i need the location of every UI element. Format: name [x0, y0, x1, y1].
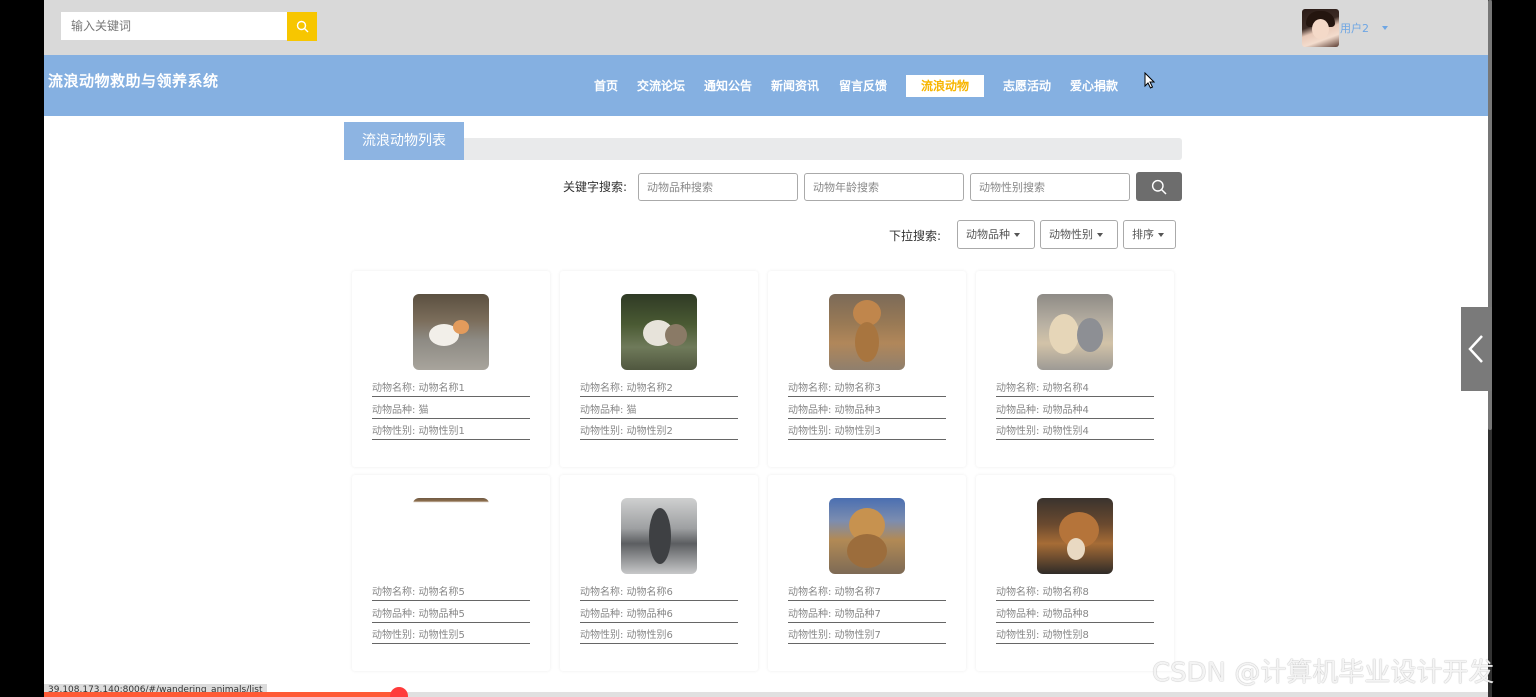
caret-down-icon: [1158, 233, 1164, 237]
species-search-input[interactable]: [638, 173, 798, 201]
animal-gender: 动物性别: 动物性别8: [996, 628, 1154, 644]
animal-name: 动物名称: 动物名称6: [580, 585, 738, 601]
animal-name: 动物名称: 动物名称2: [580, 381, 738, 397]
global-search-button[interactable]: [287, 12, 317, 41]
browser-viewport: 用户2 流浪动物救助与领养系统 首页 交流论坛 通知公告 新闻资讯 留言反馈 流…: [44, 0, 1488, 697]
watermark: CSDN @计算机毕业设计开发: [1152, 658, 1495, 688]
gender-dropdown-label: 动物性别: [1049, 228, 1093, 241]
gender-search-input[interactable]: [970, 173, 1130, 201]
animal-name: 动物名称: 动物名称5: [372, 585, 530, 601]
animal-species: 动物品种: 动物品种3: [788, 403, 946, 419]
sort-dropdown-label: 排序: [1132, 228, 1154, 241]
nav-item-feedback[interactable]: 留言反馈: [839, 75, 887, 97]
animal-name: 动物名称: 动物名称4: [996, 381, 1154, 397]
age-search-input[interactable]: [804, 173, 964, 201]
species-dropdown-label: 动物品种: [966, 228, 1010, 241]
nav-item-volunteer[interactable]: 志愿活动: [1003, 75, 1051, 97]
gender-dropdown[interactable]: 动物性别: [1040, 220, 1118, 249]
nav-item-notices[interactable]: 通知公告: [704, 75, 752, 97]
animal-card[interactable]: 动物名称: 动物名称5 动物品种: 动物品种5 动物性别: 动物性别5: [352, 475, 550, 671]
animal-gender: 动物性别: 动物性别6: [580, 628, 738, 644]
animal-card[interactable]: 动物名称: 动物名称3 动物品种: 动物品种3 动物性别: 动物性别3: [768, 271, 966, 467]
search-icon: [1151, 179, 1167, 195]
section-title: 流浪动物列表: [344, 122, 464, 160]
animal-photo[interactable]: [1037, 294, 1113, 370]
main-navbar: 流浪动物救助与领养系统 首页 交流论坛 通知公告 新闻资讯 留言反馈 流浪动物 …: [44, 55, 1488, 116]
animal-name: 动物名称: 动物名称8: [996, 585, 1154, 601]
mouse-cursor-icon: [1144, 72, 1155, 89]
nav-item-home[interactable]: 首页: [594, 75, 618, 97]
user-avatar[interactable]: [1302, 9, 1339, 47]
dropdown-search-label: 下拉搜索:: [889, 229, 942, 243]
animal-gender: 动物性别: 动物性别5: [372, 628, 530, 644]
chevron-left-icon: [1468, 335, 1483, 363]
animal-species: 动物品种: 猫: [372, 403, 530, 419]
species-dropdown[interactable]: 动物品种: [957, 220, 1035, 249]
animal-card[interactable]: 动物名称: 动物名称8 动物品种: 动物品种8 动物性别: 动物性别8: [976, 475, 1174, 671]
animal-gender: 动物性别: 动物性别4: [996, 424, 1154, 440]
nav-item-donation[interactable]: 爱心捐款: [1070, 75, 1118, 97]
site-title: 流浪动物救助与领养系统: [48, 72, 219, 90]
animal-photo[interactable]: [829, 294, 905, 370]
animal-name: 动物名称: 动物名称3: [788, 381, 946, 397]
animal-gender: 动物性别: 动物性别2: [580, 424, 738, 440]
animal-photo[interactable]: [621, 294, 697, 370]
caret-down-icon: [1014, 233, 1020, 237]
animal-card[interactable]: 动物名称: 动物名称6 动物品种: 动物品种6 动物性别: 动物性别6: [560, 475, 758, 671]
progress-fill: [44, 692, 399, 697]
keyword-search-label: 关键字搜索:: [563, 180, 628, 194]
animal-species: 动物品种: 动物品种6: [580, 607, 738, 623]
animal-photo[interactable]: [829, 498, 905, 574]
animal-photo[interactable]: [621, 498, 697, 574]
sort-dropdown[interactable]: 排序: [1123, 220, 1176, 249]
animal-card[interactable]: 动物名称: 动物名称7 动物品种: 动物品种7 动物性别: 动物性别7: [768, 475, 966, 671]
animal-species: 动物品种: 动物品种4: [996, 403, 1154, 419]
nav-item-news[interactable]: 新闻资讯: [771, 75, 819, 97]
animal-photo[interactable]: [413, 498, 489, 574]
animal-card[interactable]: 动物名称: 动物名称1 动物品种: 猫 动物性别: 动物性别1: [352, 271, 550, 467]
search-icon: [296, 20, 309, 33]
animal-name: 动物名称: 动物名称7: [788, 585, 946, 601]
section-header-bar: [344, 138, 1182, 160]
side-collapse-tab[interactable]: [1461, 307, 1492, 391]
progress-handle[interactable]: [390, 687, 408, 697]
animal-species: 动物品种: 动物品种8: [996, 607, 1154, 623]
animal-species: 动物品种: 动物品种7: [788, 607, 946, 623]
username[interactable]: 用户2: [1340, 20, 1369, 36]
animal-gender: 动物性别: 动物性别7: [788, 628, 946, 644]
animal-card[interactable]: 动物名称: 动物名称4 动物品种: 动物品种4 动物性别: 动物性别4: [976, 271, 1174, 467]
chevron-down-icon[interactable]: [1382, 26, 1388, 30]
animal-name: 动物名称: 动物名称1: [372, 381, 530, 397]
animal-card[interactable]: 动物名称: 动物名称2 动物品种: 猫 动物性别: 动物性别2: [560, 271, 758, 467]
keyword-search-button[interactable]: [1136, 172, 1182, 201]
caret-down-icon: [1097, 233, 1103, 237]
nav-item-forum[interactable]: 交流论坛: [637, 75, 685, 97]
animal-photo[interactable]: [413, 294, 489, 370]
top-bar: 用户2: [44, 0, 1488, 55]
animal-gender: 动物性别: 动物性别3: [788, 424, 946, 440]
global-search-input[interactable]: [61, 12, 287, 40]
nav-item-stray-animals[interactable]: 流浪动物: [906, 75, 985, 97]
animal-photo[interactable]: [1037, 498, 1113, 574]
video-progress-bar[interactable]: [44, 687, 1488, 697]
animal-species: 动物品种: 动物品种5: [372, 607, 530, 623]
animal-gender: 动物性别: 动物性别1: [372, 424, 530, 440]
animal-species: 动物品种: 猫: [580, 403, 738, 419]
